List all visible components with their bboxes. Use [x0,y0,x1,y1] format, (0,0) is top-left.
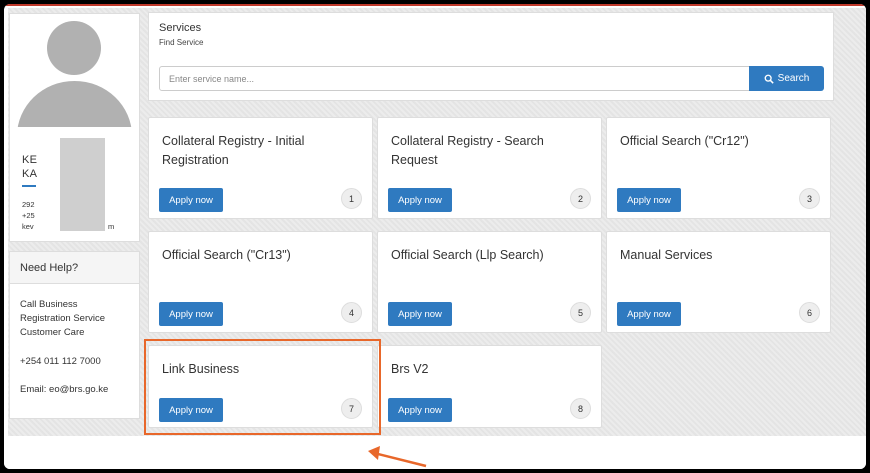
profile-name-line-1: KE [22,154,38,166]
apply-now-button[interactable]: Apply now [159,188,223,212]
help-line-3: Customer Care [20,327,85,338]
service-card-title: Official Search ("Cr12") [620,134,749,148]
service-card-3: Official Search ("Cr12") Apply now 3 [606,117,831,219]
help-line-2: Registration Service [20,313,106,324]
profile-card: KE KA 292 +25 kev m [9,13,140,242]
service-card-title: Brs V2 [391,362,429,376]
help-email: Email: eo@brs.go.ke [20,384,109,395]
annotation-arrow-icon [368,446,427,468]
services-title: Services [159,22,202,34]
apply-now-button[interactable]: Apply now [388,188,452,212]
avatar-body-shape [17,81,132,127]
profile-info-line-1: 292 [22,200,35,209]
footer-area [4,436,866,469]
help-line-1: Call Business [20,299,78,310]
card-number-badge: 1 [341,188,362,209]
help-phone: +254 011 112 7000 [20,356,101,367]
apply-now-button[interactable]: Apply now [159,302,223,326]
name-underline [22,185,36,187]
apply-now-button[interactable]: Apply now [617,302,681,326]
profile-info-line-2: +25 [22,211,35,220]
apply-now-button[interactable]: Apply now [617,188,681,212]
avatar-head-shape [47,21,101,75]
apply-now-button[interactable]: Apply now [388,302,452,326]
help-heading: Need Help? [10,252,139,284]
help-card: Need Help? Call Business Registration Se… [9,251,140,419]
service-card-1: Collateral Registry - Initial Registrati… [148,117,373,219]
service-card-2: Collateral Registry - Search Request App… [377,117,602,219]
service-card-5: Official Search (Llp Search) Apply now 5 [377,231,602,333]
avatar [16,19,133,127]
card-number-badge: 2 [570,188,591,209]
highlight-box [144,339,381,435]
service-card-6: Manual Services Apply now 6 [606,231,831,333]
service-card-4: Official Search ("Cr13") Apply now 4 [148,231,373,333]
search-button[interactable]: Search [749,66,824,91]
service-card-title: Official Search (Llp Search) [391,248,544,262]
profile-info-line-3a: kev [22,222,34,231]
search-icon [764,74,774,84]
search-button-label: Search [777,73,810,84]
card-number-badge: 6 [799,302,820,323]
profile-info-line-3b: m [108,222,115,231]
apply-now-button[interactable]: Apply now [388,398,452,422]
card-number-badge: 4 [341,302,362,323]
services-subtitle: Find Service [159,38,204,47]
top-accent-line [4,4,866,6]
card-number-badge: 5 [570,302,591,323]
service-card-title: Collateral Registry - Initial Registrati… [162,134,305,167]
service-card-title: Collateral Registry - Search Request [391,134,544,167]
redaction-block [60,138,105,231]
profile-name-line-2: KA [22,168,38,180]
service-card-title: Official Search ("Cr13") [162,248,291,262]
service-card-8: Brs V2 Apply now 8 [377,345,602,428]
card-number-badge: 3 [799,188,820,209]
card-number-badge: 8 [570,398,591,419]
services-panel: Services Find Service Search [148,12,834,101]
service-search-input[interactable] [159,66,750,91]
service-card-title: Manual Services [620,248,713,262]
